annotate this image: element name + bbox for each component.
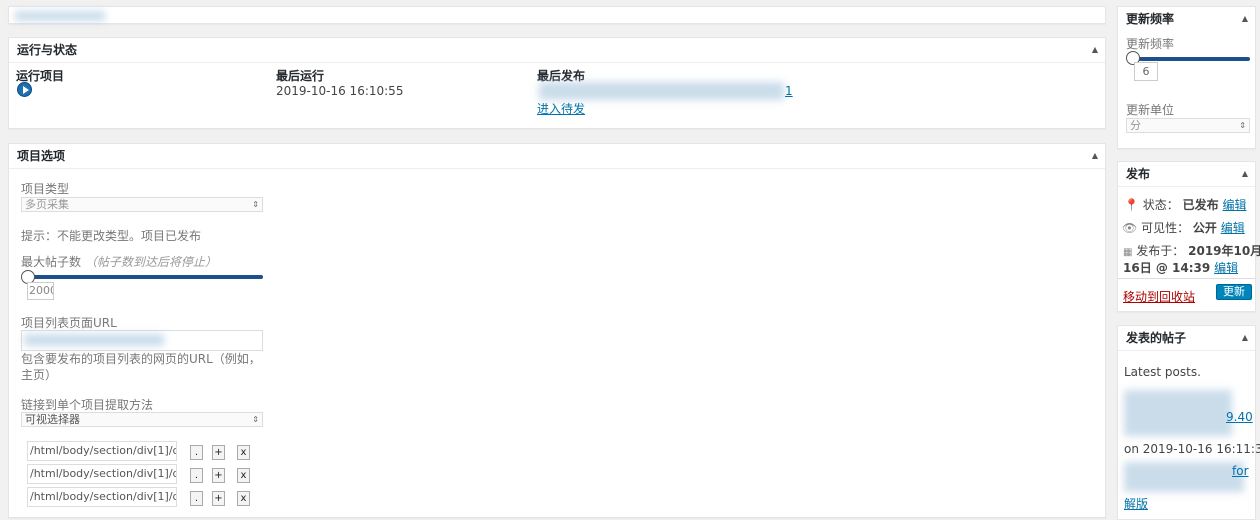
run-status-title: 运行与状态 xyxy=(17,43,78,57)
visibility-edit-link[interactable]: 编辑 xyxy=(1221,221,1245,235)
type-label: 项目类型 xyxy=(21,182,70,196)
xpath-remove-button-3[interactable]: x xyxy=(237,491,250,506)
blurred-post-title-2 xyxy=(1124,462,1244,492)
visibility-row: 👁 可见性： 公开 编辑 xyxy=(1122,219,1245,236)
status-row: 📍 状态： 已发布 编辑 xyxy=(1124,196,1246,213)
xpath-add-button-2[interactable]: + xyxy=(212,468,225,483)
posts-title: 发表的帖子 xyxy=(1126,331,1187,345)
status-edit-link[interactable]: 编辑 xyxy=(1222,198,1246,212)
xpath-dot-button-1[interactable]: . xyxy=(190,445,203,460)
publish-panel: 发布 ▲ 📍 状态： 已发布 编辑 👁 可见性： 公开 编辑 ▦ 发布于： 20… xyxy=(1117,161,1260,312)
xpath-add-button-3[interactable]: + xyxy=(212,491,225,506)
blurred-post-title-1 xyxy=(1124,390,1232,436)
max-posts-hint: （帖子数到达后将停止） xyxy=(84,255,217,269)
published-on-row: ▦ 发布于： 2019年10月 xyxy=(1123,242,1260,259)
chevron-updown-icon: ⇕ xyxy=(252,200,259,209)
max-posts-label: 最大帖子数 （帖子数到达后将停止） xyxy=(21,253,217,270)
post-link-1-tail[interactable]: 9.40 xyxy=(1226,410,1253,424)
extract-method-value: 可视选择器 xyxy=(25,413,80,426)
publish-title: 发布 xyxy=(1126,167,1151,181)
run-status-panel: 运行与状态 ▲ 运行项目 最后运行 2019-10-16 16:10:55 最后… xyxy=(8,37,1106,129)
type-select-value: 多页采集 xyxy=(25,198,69,211)
blurred-publish-link xyxy=(539,82,784,100)
type-select: 多页采集 ⇕ xyxy=(21,197,263,212)
published-on-value-line2: 16日 @ 14:39 xyxy=(1123,261,1211,275)
frequency-header[interactable]: 更新频率 ▲ xyxy=(1118,7,1255,32)
run-status-header[interactable]: 运行与状态 ▲ xyxy=(9,38,1105,63)
collapse-arrow-icon[interactable]: ▲ xyxy=(1092,144,1098,168)
collapse-arrow-icon[interactable]: ▲ xyxy=(1242,7,1248,31)
max-posts-slider[interactable] xyxy=(29,275,263,279)
project-options-title: 项目选项 xyxy=(17,149,66,163)
freq-label: 更新频率 xyxy=(1126,37,1175,51)
xpath-add-button-1[interactable]: + xyxy=(212,445,225,460)
max-posts-label-text: 最大帖子数 xyxy=(21,255,82,269)
list-url-hint: 包含要发布的项目列表的网页的URL（例如，主页） xyxy=(21,352,261,382)
unit-label: 更新单位 xyxy=(1126,103,1175,117)
post-date-1: on 2019-10-16 16:11:32 xyxy=(1124,442,1260,456)
frequency-panel: 更新频率 ▲ 更新频率 6 更新单位 分 ⇕ xyxy=(1117,6,1256,149)
xpath-input-3[interactable]: /html/body/section/div[1]/div xyxy=(27,487,177,507)
type-tip: 提示：不能更改类型。项目已发布 xyxy=(21,229,202,243)
posts-header[interactable]: 发表的帖子 ▲ xyxy=(1118,326,1255,351)
post-link-2-tail2[interactable]: 解版 xyxy=(1124,495,1148,512)
post-link-2-tail[interactable]: for xyxy=(1232,464,1249,478)
list-url-input[interactable] xyxy=(21,330,263,351)
xpath-dot-button-3[interactable]: . xyxy=(190,491,203,506)
xpath-remove-button-2[interactable]: x xyxy=(237,468,250,483)
eye-icon: 👁 xyxy=(1122,221,1138,235)
extract-method-label: 链接到单个项目提取方法 xyxy=(21,398,154,412)
published-on-edit-link[interactable]: 编辑 xyxy=(1214,261,1238,275)
xpath-dot-button-2[interactable]: . xyxy=(190,468,203,483)
calendar-icon: ▦ xyxy=(1123,247,1133,258)
blurred-url xyxy=(24,334,164,346)
published-on-value-line1: 2019年10月 xyxy=(1188,244,1260,258)
publish-link-tail[interactable]: 1 xyxy=(785,84,793,98)
last-run-value: 2019-10-16 16:10:55 xyxy=(276,84,404,98)
chevron-updown-icon: ⇕ xyxy=(252,415,259,424)
unit-select[interactable]: 分 ⇕ xyxy=(1126,118,1250,133)
list-url-label: 项目列表页面URL xyxy=(21,316,117,330)
published-on-row-2: 16日 @ 14:39 编辑 xyxy=(1123,259,1238,276)
published-on-label: 发布于： xyxy=(1136,244,1185,258)
visibility-value: 公开 xyxy=(1192,221,1217,235)
top-title-bar xyxy=(8,6,1106,24)
latest-posts-label: Latest posts. xyxy=(1124,365,1201,379)
collapse-arrow-icon[interactable]: ▲ xyxy=(1092,38,1098,62)
update-button[interactable]: 更新 xyxy=(1216,284,1252,300)
play-icon[interactable] xyxy=(17,82,32,97)
collapse-arrow-icon[interactable]: ▲ xyxy=(1242,326,1248,350)
xpath-remove-button-1[interactable]: x xyxy=(237,445,250,460)
col-last-run: 最后运行 xyxy=(276,69,325,83)
posts-panel: 发表的帖子 ▲ Latest posts. 9.40 on 2019-10-16… xyxy=(1117,325,1260,520)
status-label: 状态： xyxy=(1142,198,1179,212)
project-options-header[interactable]: 项目选项 ▲ xyxy=(9,144,1105,169)
freq-value[interactable]: 6 xyxy=(1134,62,1158,81)
xpath-input-1[interactable]: /html/body/section/div[1]/div xyxy=(27,441,177,461)
freq-slider[interactable] xyxy=(1134,57,1250,61)
xpath-input-2[interactable]: /html/body/section/div[1]/div xyxy=(27,464,177,484)
extract-method-select[interactable]: 可视选择器 ⇕ xyxy=(21,412,263,427)
publish-actions-divider xyxy=(1118,278,1255,279)
unit-select-value: 分 xyxy=(1130,119,1141,132)
frequency-title: 更新频率 xyxy=(1126,12,1175,26)
blurred-title xyxy=(15,11,105,21)
chevron-updown-icon: ⇕ xyxy=(1239,121,1246,130)
visibility-label: 可见性： xyxy=(1141,221,1190,235)
max-posts-value[interactable]: 2000 xyxy=(27,282,54,300)
collapse-arrow-icon[interactable]: ▲ xyxy=(1242,162,1248,186)
project-options-panel: 项目选项 ▲ 项目类型 多页采集 ⇕ 提示：不能更改类型。项目已发布 最大帖子数… xyxy=(8,143,1106,518)
status-value: 已发布 xyxy=(1182,198,1219,212)
publish-header[interactable]: 发布 ▲ xyxy=(1118,162,1255,187)
publish-link-secondary[interactable]: 进入待发 xyxy=(537,100,585,117)
pin-icon: 📍 xyxy=(1124,198,1139,212)
move-to-trash-link[interactable]: 移动到回收站 xyxy=(1123,288,1195,305)
